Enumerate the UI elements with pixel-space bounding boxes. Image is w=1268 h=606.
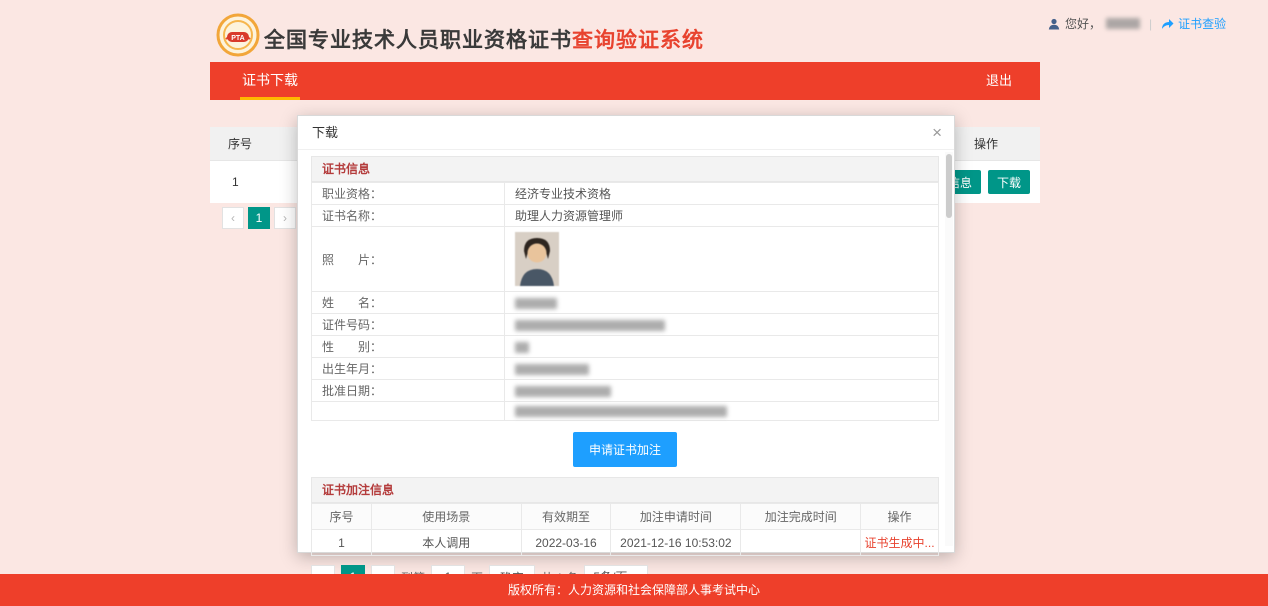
- redacted-value: [515, 298, 557, 309]
- annotation-data-row: 1 本人调用 2022-03-16 2021-12-16 10:53:02 证书…: [312, 530, 939, 556]
- dialog-scrollbar[interactable]: [945, 152, 953, 546]
- share-arrow-icon: [1161, 18, 1174, 30]
- ann-col-complete-time: 加注完成时间: [741, 504, 861, 530]
- cert-verify-label: 证书查验: [1178, 15, 1226, 32]
- section-annotation-info: 证书加注信息: [311, 477, 939, 503]
- field-row-name: 姓 名：: [312, 292, 939, 314]
- field-value-redacted: [505, 314, 939, 336]
- field-label: 证书名称：: [312, 205, 505, 227]
- pager-next-button[interactable]: ›: [274, 207, 296, 229]
- annotation-table: 序号 使用场景 有效期至 加注申请时间 加注完成时间 操作 1 本人调用 202…: [311, 503, 939, 556]
- field-row-birth-date: 出生年月：: [312, 358, 939, 380]
- field-row-photo: 照 片：: [312, 227, 939, 292]
- field-value-redacted: [505, 402, 939, 421]
- site-logo-icon: PTA: [216, 13, 260, 57]
- field-row-id-number: 证件号码：: [312, 314, 939, 336]
- col-action: 操作: [974, 127, 998, 161]
- username-redacted: [1106, 18, 1140, 29]
- field-label: 姓 名：: [312, 292, 505, 314]
- download-dialog: 下载 × 证书信息 职业资格： 经济专业技术资格 证书名称： 助理人力资源管理师…: [297, 115, 955, 553]
- field-value-redacted: [505, 292, 939, 314]
- field-label: 出生年月：: [312, 358, 505, 380]
- field-label: 证件号码：: [312, 314, 505, 336]
- field-label: 照 片：: [312, 227, 505, 292]
- field-row-approval-date: 批准日期：: [312, 380, 939, 402]
- footer-copyright: 版权所有：人力资源和社会保障部人事考试中心: [0, 574, 1268, 606]
- field-row-occupation: 职业资格： 经济专业技术资格: [312, 183, 939, 205]
- field-value: 经济专业技术资格: [505, 183, 939, 205]
- ann-col-action: 操作: [861, 504, 939, 530]
- greeting-text: 您好，: [1065, 15, 1101, 32]
- redacted-value: [515, 364, 589, 375]
- field-label: 性 别：: [312, 336, 505, 358]
- page: PTA 全国专业技术人员职业资格证书查询验证系统 您好， | 证书查验 证书下载…: [0, 0, 1268, 606]
- divider: |: [1149, 17, 1152, 31]
- field-label: 职业资格：: [312, 183, 505, 205]
- field-value-redacted: [505, 380, 939, 402]
- page-title-main: 全国专业技术人员职业资格证书: [264, 29, 572, 52]
- section-cert-info: 证书信息: [311, 156, 939, 182]
- cert-generating-link[interactable]: 证书生成中...: [861, 530, 939, 556]
- scrollbar-thumb[interactable]: [946, 154, 952, 218]
- ann-scene: 本人调用: [371, 530, 521, 556]
- logout-button[interactable]: 退出: [986, 62, 1012, 100]
- dialog-title: 下载: [312, 125, 338, 140]
- portrait-photo: [515, 232, 559, 286]
- user-bar: 您好， | 证书查验: [1048, 15, 1226, 32]
- pager-page-1[interactable]: 1: [248, 207, 270, 229]
- download-button[interactable]: 下载: [988, 170, 1030, 194]
- pager-prev-button[interactable]: ‹: [222, 207, 244, 229]
- field-label: 批准日期：: [312, 380, 505, 402]
- ann-complete-time: [741, 530, 861, 556]
- field-row-cert-name: 证书名称： 助理人力资源管理师: [312, 205, 939, 227]
- cert-list-pager: ‹ 1 ›: [222, 207, 296, 229]
- cert-verify-link[interactable]: 证书查验: [1161, 15, 1226, 32]
- tab-cert-download[interactable]: 证书下载: [240, 62, 300, 100]
- field-value-redacted: [505, 358, 939, 380]
- cert-info-table: 职业资格： 经济专业技术资格 证书名称： 助理人力资源管理师 照 片：: [311, 182, 939, 421]
- annotation-header-row: 序号 使用场景 有效期至 加注申请时间 加注完成时间 操作: [312, 504, 939, 530]
- photo-cell: [505, 227, 939, 292]
- page-title: 全国专业技术人员职业资格证书查询验证系统: [264, 24, 704, 54]
- field-value-redacted: [505, 336, 939, 358]
- col-index: 序号: [228, 127, 252, 161]
- dialog-body: 证书信息 职业资格： 经济专业技术资格 证书名称： 助理人力资源管理师 照 片：: [311, 156, 939, 589]
- apply-annotation-button[interactable]: 申请证书加注: [573, 432, 677, 467]
- dialog-titlebar: 下载 ×: [298, 116, 954, 150]
- page-title-accent: 查询验证系统: [572, 29, 704, 52]
- redacted-value: [515, 386, 611, 397]
- redacted-value: [515, 320, 665, 331]
- row-index: 1: [232, 161, 239, 203]
- redacted-value: [515, 342, 529, 353]
- ann-col-apply-time: 加注申请时间: [611, 504, 741, 530]
- ann-col-index: 序号: [312, 504, 372, 530]
- redacted-value: [515, 406, 727, 417]
- ann-apply-time: 2021-12-16 10:53:02: [611, 530, 741, 556]
- ann-index: 1: [312, 530, 372, 556]
- field-row-extra: [312, 402, 939, 421]
- main-nav: 证书下载 退出: [210, 62, 1040, 100]
- field-row-gender: 性 别：: [312, 336, 939, 358]
- ann-valid-until: 2022-03-16: [521, 530, 611, 556]
- field-value: 助理人力资源管理师: [505, 205, 939, 227]
- ann-col-scene: 使用场景: [371, 504, 521, 530]
- ann-col-valid-until: 有效期至: [521, 504, 611, 530]
- user-icon: [1048, 18, 1060, 30]
- field-label: [312, 402, 505, 421]
- svg-text:PTA: PTA: [231, 35, 244, 42]
- close-icon[interactable]: ×: [932, 116, 942, 150]
